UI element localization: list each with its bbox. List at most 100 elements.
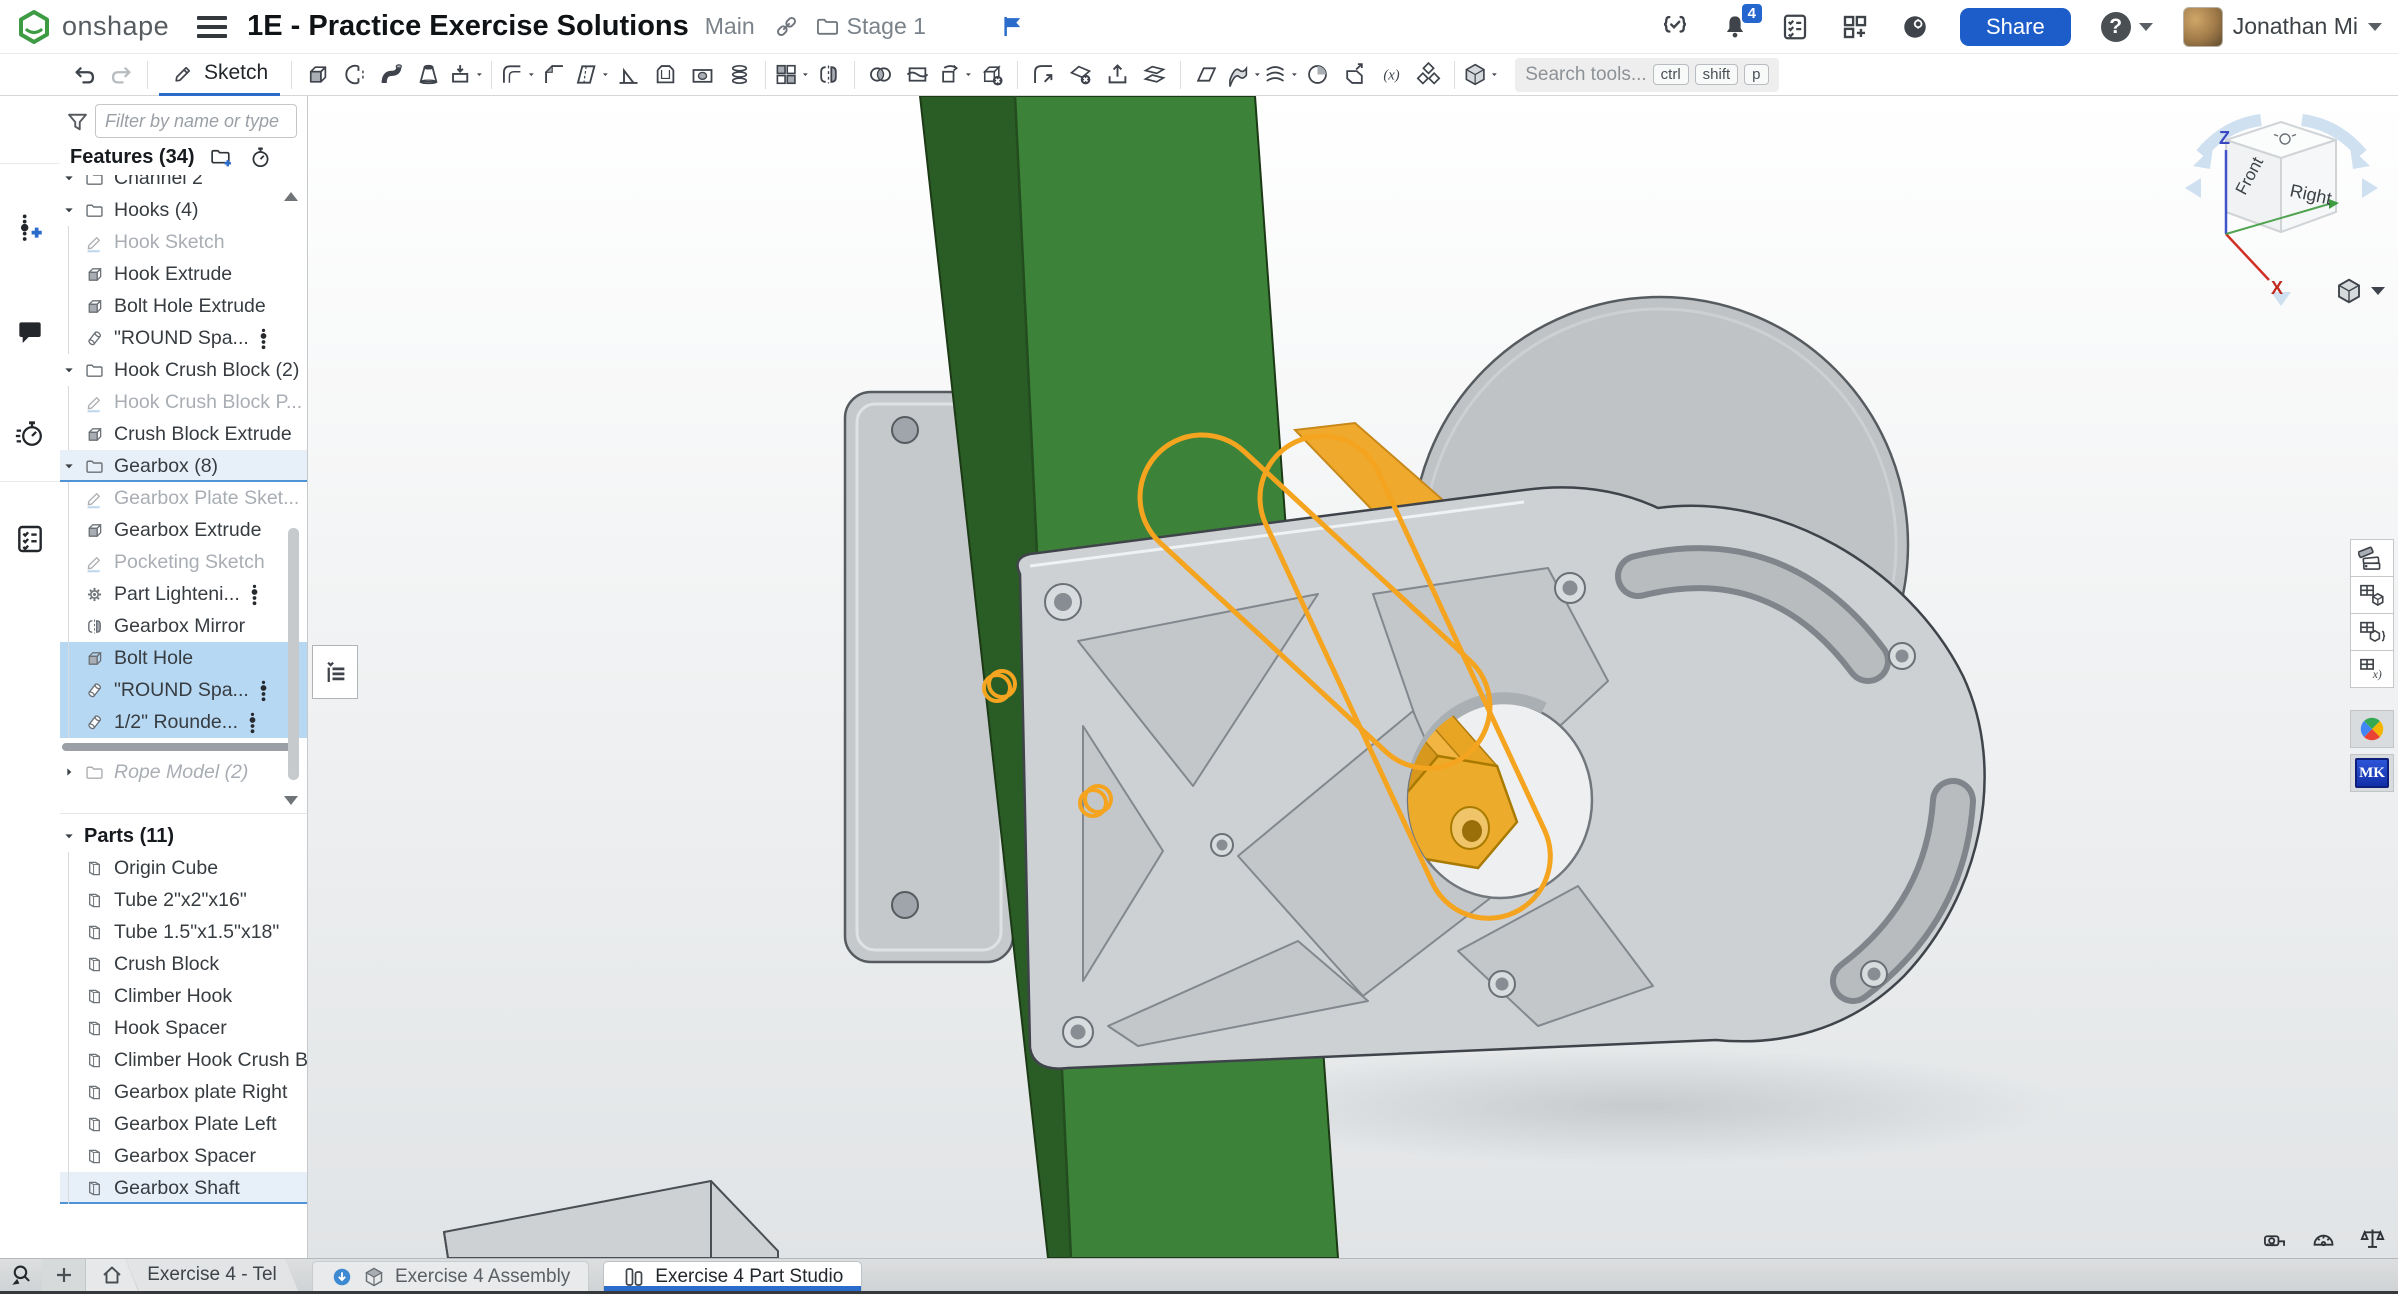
feature-bolt-hole[interactable]: Bolt Hole (60, 642, 307, 674)
bom-table-button[interactable] (2350, 576, 2394, 614)
part-gearbox-plate-left[interactable]: Gearbox Plate Left (60, 1108, 307, 1140)
part-tube-1-5x1-5x18[interactable]: Tube 1.5"x1.5"x18" (60, 916, 307, 948)
sketch-button[interactable]: Sketch (159, 54, 280, 96)
user-menu[interactable]: Jonathan Mi (2183, 7, 2382, 47)
part-gearbox-shaft[interactable]: Gearbox Shaft (60, 1172, 307, 1204)
fillet-button[interactable] (499, 58, 536, 92)
filter-input[interactable] (95, 104, 297, 138)
mk-app-button[interactable]: MK (2350, 754, 2394, 792)
delete-face-button[interactable] (1062, 58, 1099, 92)
sphere-button[interactable] (1299, 58, 1336, 92)
mass-properties-icon[interactable] (2359, 1225, 2386, 1252)
part-gearbox-spacer[interactable]: Gearbox Spacer (60, 1140, 307, 1172)
wrap-button[interactable] (1336, 58, 1373, 92)
history-icon[interactable] (14, 418, 46, 450)
feature-round-spacer[interactable]: "ROUND Spa... (60, 322, 307, 354)
variable-button[interactable] (1373, 58, 1410, 92)
assembly-tab[interactable]: Exercise 4 Assembly (312, 1261, 589, 1291)
display-mode-button[interactable] (1462, 58, 1499, 92)
protractor-icon[interactable] (2310, 1225, 2337, 1252)
part-climber-hook[interactable]: Climber Hook (60, 980, 307, 1012)
chamfer-button[interactable] (536, 58, 573, 92)
variable-table-button[interactable] (2350, 650, 2394, 688)
helix-button[interactable] (1262, 58, 1299, 92)
notifications-button[interactable]: 4 (1720, 12, 1750, 42)
rollback-bar[interactable] (60, 738, 307, 756)
feature-crush-block-extrude[interactable]: Crush Block Extrude (60, 418, 307, 450)
share-button[interactable]: Share (1960, 8, 2071, 46)
search-tools[interactable]: Search tools... ctrlshiftp (1515, 58, 1778, 92)
feature-list-flyout-button[interactable] (312, 645, 358, 699)
new-tab-button[interactable] (42, 1259, 86, 1291)
feature-hook-extrude[interactable]: Hook Extrude (60, 258, 307, 290)
linear-pattern-button[interactable] (773, 58, 810, 92)
feature-bolt-hole-extrude[interactable]: Bolt Hole Extrude (60, 290, 307, 322)
main-menu-button[interactable] (197, 16, 227, 38)
insert-feature-icon[interactable] (14, 211, 46, 243)
feature-gearbox-mirror[interactable]: Gearbox Mirror (60, 610, 307, 642)
modify-fillet-button[interactable] (1025, 58, 1062, 92)
feature-gearbox-plate-sketch[interactable]: Gearbox Plate Sket... (60, 482, 307, 514)
workspace-label[interactable]: Stage 1 (847, 13, 926, 40)
document-tab[interactable]: Exercise 4 - Tel (126, 1259, 298, 1291)
search-tabs-button[interactable] (0, 1259, 42, 1291)
sweep-button[interactable] (373, 58, 410, 92)
redo-button[interactable] (103, 58, 140, 92)
view-options-button[interactable] (2334, 276, 2385, 306)
link-icon[interactable] (773, 13, 800, 40)
rotate-left-arrow[interactable] (2185, 178, 2201, 198)
feedback-icon[interactable] (1660, 12, 1690, 42)
part-studio-tab[interactable]: Exercise 4 Part Studio (603, 1261, 862, 1291)
plane-button[interactable] (1188, 58, 1225, 92)
scrollbar-thumb[interactable] (288, 528, 299, 780)
part-hook-spacer[interactable]: Hook Spacer (60, 1012, 307, 1044)
feature-timer-icon[interactable] (248, 145, 273, 170)
parts-section-header[interactable]: Parts (11) (60, 820, 307, 852)
edu-flag-icon[interactable] (1000, 13, 1027, 40)
learning-center-icon[interactable] (1900, 12, 1930, 42)
part-origin-cube[interactable]: Origin Cube (60, 852, 307, 884)
hole-button[interactable] (684, 58, 721, 92)
custom-feature-button[interactable] (1410, 58, 1447, 92)
draft-button[interactable] (573, 58, 610, 92)
feature-folder-hook-crush-block[interactable]: Hook Crush Block (2) (60, 354, 307, 386)
mirror-button[interactable] (810, 58, 847, 92)
feature-part-lightening[interactable]: Part Lighteni... (60, 578, 307, 610)
shell-button[interactable] (647, 58, 684, 92)
color-app-button[interactable] (2350, 710, 2394, 748)
part-gearbox-plate-right[interactable]: Gearbox plate Right (60, 1076, 307, 1108)
rib-button[interactable] (610, 58, 647, 92)
appearance-panel-button[interactable] (2350, 539, 2394, 577)
replace-face-button[interactable] (1136, 58, 1173, 92)
feature-round-spacer-2[interactable]: "ROUND Spa... (60, 674, 307, 706)
feature-folder-hooks[interactable]: Hooks (4) (60, 194, 307, 226)
delete-part-button[interactable] (973, 58, 1010, 92)
split-button[interactable] (899, 58, 936, 92)
feature-folder-rope-model[interactable]: Rope Model (2) (60, 756, 307, 788)
comments-icon[interactable] (14, 317, 46, 349)
feature-hook-sketch[interactable]: Hook Sketch (60, 226, 307, 258)
document-title[interactable]: 1E - Practice Exercise Solutions (247, 10, 689, 43)
move-face-button[interactable] (1099, 58, 1136, 92)
transform-button[interactable] (936, 58, 973, 92)
part-climber-hook-crush-block[interactable]: Climber Hook Crush B... (60, 1044, 307, 1076)
feature-pocketing-sketch[interactable]: Pocketing Sketch (60, 546, 307, 578)
branch-label[interactable]: Main (705, 13, 755, 40)
scrollbar-up-arrow[interactable] (284, 192, 298, 201)
configuration-table-button[interactable] (2350, 613, 2394, 651)
apps-icon[interactable] (1840, 12, 1870, 42)
boolean-button[interactable] (862, 58, 899, 92)
loft-button[interactable] (410, 58, 447, 92)
part-tube-2x2x16[interactable]: Tube 2"x2"x16" (60, 884, 307, 916)
undo-button[interactable] (66, 58, 103, 92)
feature-folder-gearbox[interactable]: Gearbox (8) (60, 450, 307, 482)
revolve-button[interactable] (336, 58, 373, 92)
rotate-right-arrow[interactable] (2362, 178, 2378, 198)
new-folder-icon[interactable] (209, 145, 234, 170)
thread-button[interactable] (721, 58, 758, 92)
feature-gearbox-extrude[interactable]: Gearbox Extrude (60, 514, 307, 546)
tape-measure-icon[interactable] (2261, 1225, 2288, 1252)
3d-scene[interactable] (308, 96, 2398, 1258)
onshape-logo-icon[interactable] (16, 9, 52, 45)
extrude-button[interactable] (299, 58, 336, 92)
